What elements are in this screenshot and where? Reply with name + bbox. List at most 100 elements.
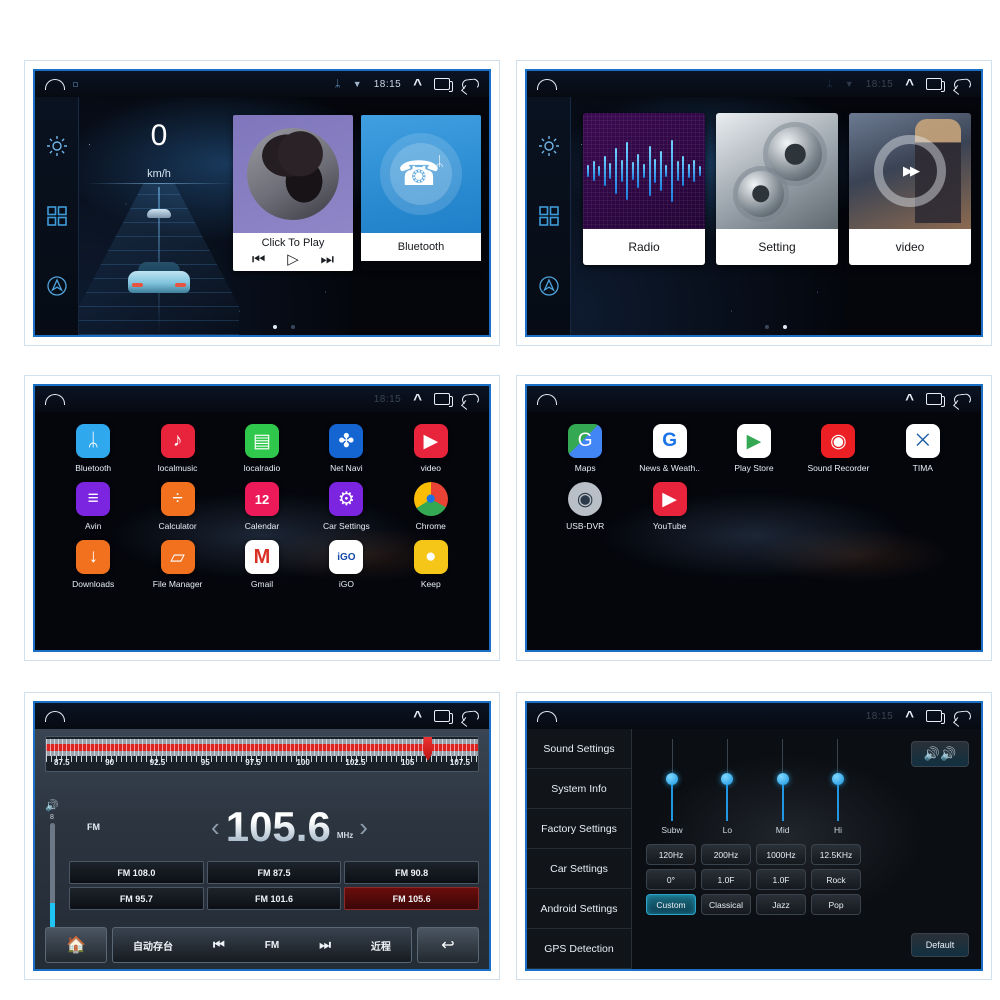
video-tile[interactable]: video [849, 113, 971, 265]
settings-nav-sound-settings[interactable]: Sound Settings [527, 729, 631, 769]
home-icon[interactable] [537, 78, 557, 90]
band-button[interactable]: FM [265, 940, 279, 951]
app-downloads[interactable]: ↓ Downloads [51, 540, 135, 589]
eq-button[interactable]: 120Hz [646, 844, 696, 865]
back-icon[interactable] [461, 77, 480, 91]
eq-button[interactable]: 0° [646, 869, 696, 890]
eq-button[interactable]: Custom [646, 894, 696, 915]
home-icon[interactable] [45, 78, 65, 90]
prev-frequency-button[interactable]: ‹ [211, 814, 220, 840]
navigation-icon[interactable] [44, 273, 70, 299]
app-igo[interactable]: iGO iGO [304, 540, 388, 589]
eq-button[interactable]: Jazz [756, 894, 806, 915]
preset-button[interactable]: FM 95.7 [69, 887, 204, 910]
eq-button[interactable]: 1.0F [756, 869, 806, 890]
chevron-up-icon[interactable]: ^ [905, 77, 914, 92]
app-localmusic[interactable]: ♪ localmusic [135, 424, 219, 473]
prev-station-icon[interactable]: ⏮ [213, 937, 225, 953]
app-file-manager[interactable]: ▱ File Manager [135, 540, 219, 589]
chevron-up-icon[interactable]: ^ [413, 709, 422, 724]
settings-nav-gps-detection[interactable]: GPS Detection [527, 929, 631, 969]
back-icon[interactable] [953, 392, 972, 406]
volume-control[interactable]: 🔊 8 [45, 801, 59, 928]
settings-nav-android-settings[interactable]: Android Settings [527, 889, 631, 929]
chevron-up-icon[interactable]: ^ [413, 77, 422, 92]
balance-speaker-icon[interactable]: 🔊🔊 [911, 741, 969, 767]
home-icon[interactable] [537, 710, 557, 722]
navigation-icon[interactable] [536, 273, 562, 299]
app-keep[interactable]: ● Keep [389, 540, 473, 589]
preset-button[interactable]: FM 108.0 [69, 861, 204, 884]
page-dot-2[interactable] [783, 325, 787, 329]
recents-icon[interactable] [434, 393, 453, 407]
apps-grid-icon[interactable] [536, 203, 562, 229]
app-avin[interactable]: ≡ Avin [51, 482, 135, 531]
preset-button[interactable]: FM 101.6 [206, 887, 342, 910]
app-calendar[interactable]: 12 Calendar [220, 482, 304, 531]
default-button[interactable]: Default [911, 933, 969, 957]
app-youtube[interactable]: ▶ YouTube [627, 482, 711, 531]
preset-button[interactable]: FM 87.5 [206, 861, 342, 884]
play-icon[interactable]: ▷ [287, 252, 299, 267]
eq-button[interactable]: 200Hz [701, 844, 751, 865]
chevron-up-icon[interactable]: ^ [413, 392, 422, 407]
settings-gear-icon[interactable] [536, 133, 562, 159]
recents-icon[interactable] [926, 710, 945, 724]
local-range-button[interactable]: 近程 [371, 938, 391, 953]
chevron-up-icon[interactable]: ^ [905, 392, 914, 407]
app-calculator[interactable]: ÷ Calculator [135, 482, 219, 531]
chevron-up-icon[interactable]: ^ [905, 709, 914, 724]
music-card[interactable]: Click To Play ⏮ ▷ ⏭ [233, 115, 353, 271]
preset-button[interactable]: FM 105.6 [344, 887, 479, 910]
app-net-navi[interactable]: ✤ Net Navi [304, 424, 388, 473]
recents-icon[interactable] [434, 78, 453, 92]
home-icon[interactable] [45, 393, 65, 405]
home-icon[interactable] [45, 710, 65, 722]
page-dot-2[interactable] [291, 325, 295, 329]
next-track-icon[interactable]: ⏭ [321, 252, 335, 267]
next-station-icon[interactable]: ⏭ [319, 937, 331, 953]
back-icon[interactable] [953, 77, 972, 91]
slider-hi[interactable]: Hi [816, 739, 860, 835]
app-news-weath[interactable]: G News & Weath.. [627, 424, 711, 473]
auto-store-button[interactable]: 自动存台 [133, 938, 173, 953]
slider-mid[interactable]: Mid [761, 739, 805, 835]
back-icon[interactable] [461, 392, 480, 406]
eq-button[interactable]: Classical [701, 894, 751, 915]
page-dot-1[interactable] [765, 325, 769, 329]
home-button[interactable]: 🏠 [45, 927, 107, 963]
eq-button[interactable]: Rock [811, 869, 861, 890]
recents-icon[interactable] [926, 78, 945, 92]
eq-button[interactable]: 1.0F [701, 869, 751, 890]
back-button[interactable]: ↩ [417, 927, 479, 963]
radio-tile[interactable]: Radio [583, 113, 705, 265]
app-video[interactable]: ▶ video [389, 424, 473, 473]
app-play-store[interactable]: ▶ Play Store [712, 424, 796, 473]
eq-button[interactable]: 12.5KHz [811, 844, 861, 865]
slider-knob[interactable] [666, 773, 678, 785]
slider-knob[interactable] [776, 773, 789, 785]
settings-gear-icon[interactable] [44, 133, 70, 159]
app-localradio[interactable]: ▤ localradio [220, 424, 304, 473]
settings-nav-factory-settings[interactable]: Factory Settings [527, 809, 631, 849]
app-usb-dvr[interactable]: ◉ USB-DVR [543, 482, 627, 531]
back-icon[interactable] [461, 709, 480, 723]
next-frequency-button[interactable]: › [359, 814, 368, 840]
app-car-settings[interactable]: ⚙ Car Settings [304, 482, 388, 531]
app-gmail[interactable]: M Gmail [220, 540, 304, 589]
page-dot-1[interactable] [273, 325, 277, 329]
preset-button[interactable]: FM 90.8 [344, 861, 479, 884]
slider-lo[interactable]: Lo [705, 739, 749, 835]
prev-track-icon[interactable]: ⏮ [252, 252, 266, 267]
settings-nav-system-info[interactable]: System Info [527, 769, 631, 809]
tuner-scale[interactable]: 87.5 90 92.5 95 97.5 100 102.5 105 107.5 [45, 736, 479, 772]
app-bluetooth[interactable]: ᛦ Bluetooth [51, 424, 135, 473]
setting-tile[interactable]: Setting [716, 113, 838, 265]
slider-subw[interactable]: Subw [650, 739, 694, 835]
bluetooth-card[interactable]: ☎ ᛦ Bluetooth [361, 115, 481, 271]
home-icon[interactable] [537, 393, 557, 405]
volume-track[interactable] [49, 823, 55, 928]
apps-grid-icon[interactable] [44, 203, 70, 229]
app-chrome[interactable]: ● Chrome [389, 482, 473, 531]
app-tima[interactable]: ⨉ TIMA [881, 424, 965, 473]
